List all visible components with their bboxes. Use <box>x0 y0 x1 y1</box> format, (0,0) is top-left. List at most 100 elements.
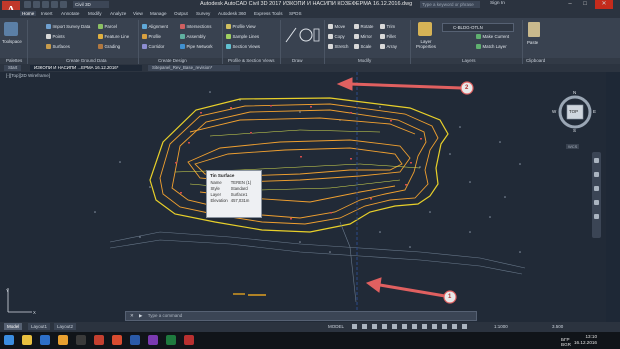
drawing-canvas[interactable] <box>0 72 606 322</box>
pipe-network-button[interactable]: Pipe Network <box>180 44 213 49</box>
pdf-icon[interactable] <box>184 335 194 345</box>
tab-modify[interactable]: Modify <box>88 11 102 16</box>
viewcube-top-face[interactable]: TOP <box>569 109 578 114</box>
panel-profile-section-views[interactable]: Profile & Section Views <box>228 58 274 63</box>
rotate-button[interactable]: Rotate <box>354 24 373 29</box>
search-input[interactable]: Type a keyword or phrase <box>420 1 480 8</box>
sign-in-button[interactable]: Sign In <box>490 1 505 6</box>
open-icon[interactable] <box>33 1 40 8</box>
match-layer-button[interactable]: Match Layer <box>476 44 507 49</box>
file-tab-current[interactable]: ИЗКОПИ И НАСИПИ ...ЕРМА 16.12.2016* <box>30 65 142 71</box>
command-input[interactable]: Type a command <box>148 313 183 318</box>
stretch-button[interactable]: Stretch <box>328 44 348 49</box>
tab-output[interactable]: Output <box>174 11 188 16</box>
profile-button[interactable]: Profile <box>142 34 161 39</box>
status-toggles[interactable] <box>350 324 500 330</box>
tab-model[interactable]: Model <box>4 323 23 330</box>
wcs-menu[interactable]: WCS <box>566 144 580 149</box>
sample-lines-button[interactable]: Sample Lines <box>226 34 259 39</box>
status-value[interactable]: 3.500 <box>552 324 563 329</box>
folder-icon[interactable] <box>58 335 68 345</box>
layer-select[interactable]: C-BLDG-OTLN <box>442 23 514 32</box>
tab-analyze[interactable]: Analyze <box>110 11 126 16</box>
panel-modify[interactable]: Modify <box>358 58 371 63</box>
undo-icon[interactable] <box>51 1 58 8</box>
tab-view[interactable]: View <box>133 11 143 16</box>
draw-tools[interactable] <box>284 24 320 46</box>
close-button[interactable]: ✕ <box>595 0 613 9</box>
navigation-bar[interactable] <box>592 152 601 238</box>
new-icon[interactable] <box>24 1 31 8</box>
assembly-button[interactable]: Assembly <box>180 34 206 39</box>
panel-palettes[interactable]: Palettes <box>6 58 22 63</box>
trim-button[interactable]: Trim <box>380 24 395 29</box>
layer-properties-icon[interactable] <box>418 22 432 36</box>
chrome-icon[interactable] <box>112 335 122 345</box>
tab-insert[interactable]: Insert <box>41 11 53 16</box>
make-current-button[interactable]: Make Current <box>476 34 509 39</box>
command-line[interactable]: ✕ ▶ Type a command <box>125 311 477 321</box>
command-history-icon[interactable]: ▶ <box>139 313 142 318</box>
tab-survey[interactable]: Survey <box>196 11 210 16</box>
panel-draw[interactable]: Draw <box>292 58 303 63</box>
corridor-button[interactable]: Corridor <box>142 44 164 49</box>
mirror-button[interactable]: Mirror <box>354 34 372 39</box>
panel-layers[interactable]: Layers <box>462 58 476 63</box>
layer-properties-button[interactable]: Layer Properties <box>414 39 438 49</box>
file-tab-sitepanel[interactable]: Sitepanel_Rev_Base_revision* <box>148 65 240 71</box>
scale-button[interactable]: Scale <box>354 44 371 49</box>
move-button[interactable]: Move <box>328 24 345 29</box>
tab-autodesk-360[interactable]: Autodesk 360 <box>218 11 246 16</box>
save-icon[interactable] <box>42 1 49 8</box>
start-icon[interactable] <box>4 335 14 345</box>
alignment-button[interactable]: Alignment <box>142 24 168 29</box>
maximize-button[interactable]: □ <box>578 0 592 9</box>
copy-button[interactable]: Copy <box>328 34 345 39</box>
surfaces-button[interactable]: Surfaces <box>46 44 70 49</box>
section-views-button[interactable]: Section Views <box>226 44 260 49</box>
edge-icon[interactable] <box>40 335 50 345</box>
compass-south[interactable]: S <box>573 128 576 133</box>
tab-home[interactable]: Home <box>20 11 37 16</box>
workspace-select[interactable]: Civil 3D <box>73 1 109 8</box>
intersections-button[interactable]: Intersections <box>180 24 211 29</box>
panel-clipboard[interactable]: Clipboard <box>526 58 545 63</box>
language-indicator[interactable]: БГР BGR <box>561 337 571 347</box>
minimize-button[interactable]: – <box>563 0 577 9</box>
tab-annotate[interactable]: Annotate <box>61 11 79 16</box>
array-button[interactable]: Array <box>380 44 397 49</box>
profile-view-button[interactable]: Profile View <box>226 24 256 29</box>
feature-line-button[interactable]: Feature Line <box>98 34 129 39</box>
toolspace-button[interactable]: Toolspace <box>2 39 22 44</box>
tab-manage[interactable]: Manage <box>150 11 167 16</box>
media-player-icon[interactable] <box>76 335 86 345</box>
excel-icon[interactable] <box>166 335 176 345</box>
file-explorer-icon[interactable] <box>22 335 32 345</box>
word-icon[interactable] <box>130 335 140 345</box>
tab-layout2[interactable]: Layout2 <box>54 323 77 330</box>
parcel-button[interactable]: Parcel <box>98 24 117 29</box>
model-space-toggle[interactable]: MODEL <box>328 324 344 329</box>
viewcube[interactable]: TOP N S E W <box>552 90 596 133</box>
toolspace-icon[interactable] <box>4 22 18 36</box>
compass-west[interactable]: W <box>552 109 556 114</box>
autocad-taskbar-icon[interactable] <box>94 335 104 345</box>
fillet-button[interactable]: Fillet <box>380 34 396 39</box>
annotation-scale[interactable]: 1:1000 <box>494 324 508 329</box>
tab-layout1[interactable]: Layout1 <box>28 323 51 330</box>
import-survey-data-button[interactable]: Import Survey Data <box>46 24 90 29</box>
clock[interactable]: 13:10 16.12.2016 <box>574 334 597 346</box>
paste-button[interactable]: Paste <box>527 40 538 45</box>
grading-button[interactable]: Grading <box>98 44 120 49</box>
tab-express-tools[interactable]: Express Tools <box>254 11 283 16</box>
compass-north[interactable]: N <box>573 90 576 95</box>
viber-icon[interactable] <box>148 335 158 345</box>
panel-create-design[interactable]: Create Design <box>158 58 187 63</box>
viewport-controls[interactable]: [-][Top][2D Wireframe] <box>6 73 50 78</box>
compass-east[interactable]: E <box>593 109 596 114</box>
points-button[interactable]: Points <box>46 34 65 39</box>
redo-icon[interactable] <box>60 1 67 8</box>
close-command-icon[interactable]: ✕ <box>130 313 134 318</box>
clipboard-icon[interactable] <box>528 22 540 37</box>
file-tab-start[interactable]: Start <box>4 65 22 71</box>
